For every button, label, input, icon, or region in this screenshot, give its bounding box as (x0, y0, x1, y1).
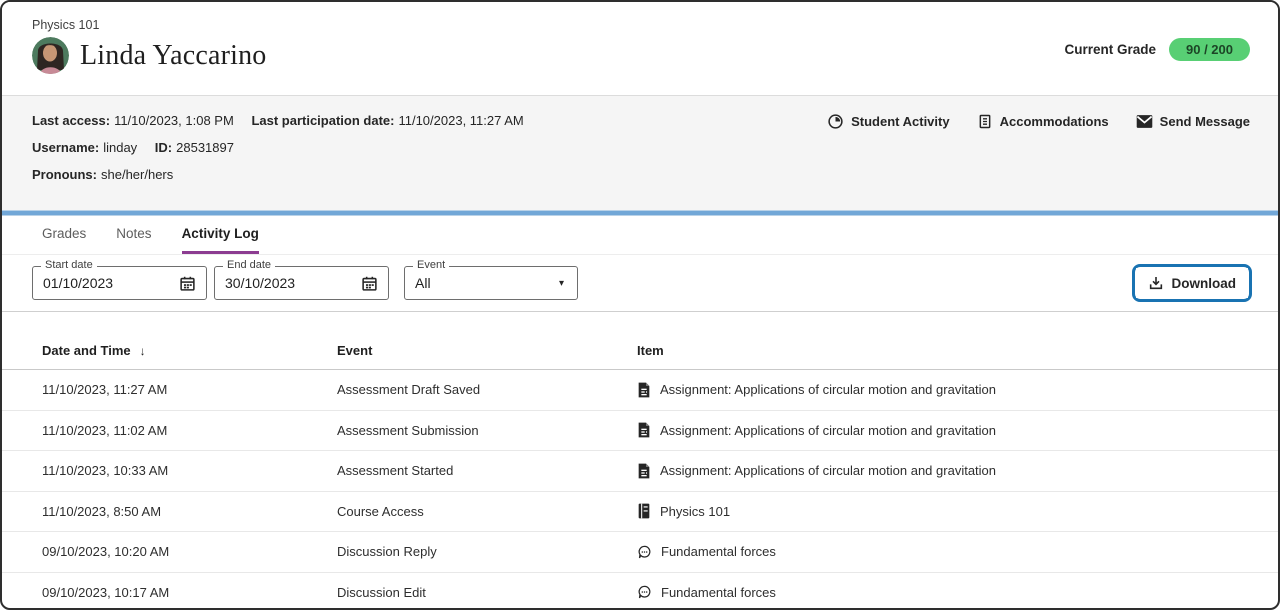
download-highlight-box: Download (1132, 264, 1253, 302)
row-datetime: 11/10/2023, 11:02 AM (42, 423, 337, 438)
sort-descending-icon[interactable]: ↓ (140, 344, 146, 358)
discussion-icon (637, 584, 652, 600)
download-icon (1148, 275, 1164, 291)
tab-activity-log[interactable]: Activity Log (182, 216, 259, 254)
student-id: ID:28531897 (155, 140, 234, 155)
send-message-label: Send Message (1160, 114, 1250, 129)
end-date-label: End date (223, 259, 275, 271)
event-value[interactable]: All (415, 275, 559, 291)
end-date-value[interactable]: 30/10/2023 (225, 275, 361, 291)
document-list-icon (977, 113, 993, 130)
start-date-field[interactable]: Start date 01/10/2023 (32, 266, 207, 300)
row-item[interactable]: Assignment: Applications of circular mot… (660, 423, 996, 438)
col-event: Event (337, 343, 372, 358)
row-datetime: 09/10/2023, 10:20 AM (42, 544, 337, 559)
avatar-photo (32, 37, 69, 74)
profile-actions: Student Activity Accommodations Send Mes… (827, 113, 1250, 130)
row-datetime: 11/10/2023, 10:33 AM (42, 463, 337, 478)
last-participation: Last participation date:11/10/2023, 11:2… (251, 113, 523, 128)
envelope-icon (1136, 114, 1153, 129)
assignment-icon (637, 463, 651, 479)
student-activity-button[interactable]: Student Activity (827, 113, 949, 130)
download-button[interactable]: Download (1136, 268, 1249, 298)
tab-grades[interactable]: Grades (42, 216, 86, 254)
start-date-value[interactable]: 01/10/2023 (43, 275, 179, 291)
current-grade-label: Current Grade (1064, 42, 1156, 57)
table-row: 11/10/2023, 8:50 AM Course Access Physic… (2, 492, 1278, 533)
table-header-row: Date and Time ↓ Event Item (2, 332, 1278, 370)
row-event: Assessment Started (337, 463, 637, 478)
student-name: Linda Yaccarino (80, 40, 267, 72)
table-row: 09/10/2023, 10:20 AM Discussion Reply Fu… (2, 532, 1278, 573)
row-event: Assessment Draft Saved (337, 382, 637, 397)
tab-notes[interactable]: Notes (116, 216, 151, 254)
caret-down-icon[interactable]: ▾ (559, 278, 564, 289)
row-item[interactable]: Assignment: Applications of circular mot… (660, 463, 996, 478)
row-event: Discussion Edit (337, 585, 637, 600)
send-message-button[interactable]: Send Message (1136, 113, 1250, 130)
last-access: Last access:11/10/2023, 1:08 PM (32, 113, 234, 128)
calendar-icon[interactable] (361, 275, 378, 292)
event-select[interactable]: Event All ▾ (404, 266, 578, 300)
table-row: 11/10/2023, 10:33 AM Assessment Started … (2, 451, 1278, 492)
row-item[interactable]: Fundamental forces (661, 544, 776, 559)
download-label: Download (1172, 276, 1237, 291)
table-row: 11/10/2023, 11:02 AM Assessment Submissi… (2, 411, 1278, 452)
student-activity-label: Student Activity (851, 114, 949, 129)
accommodations-label: Accommodations (1000, 114, 1109, 129)
row-item[interactable]: Fundamental forces (661, 585, 776, 600)
student-profile-window: Physics 101 Linda Yaccarino Current Grad… (0, 0, 1280, 610)
student-avatar (32, 37, 69, 74)
row-item[interactable]: Assignment: Applications of circular mot… (660, 382, 996, 397)
row-event: Assessment Submission (337, 423, 637, 438)
assignment-icon (637, 422, 651, 438)
row-event: Course Access (337, 504, 637, 519)
pronouns: Pronouns:she/her/hers (32, 167, 173, 182)
col-item: Item (637, 343, 664, 358)
start-date-label: Start date (41, 259, 97, 271)
activity-log-filters: Start date 01/10/2023 End date 30/10/202… (2, 254, 1278, 312)
assignment-icon (637, 382, 651, 398)
username: Username:linday (32, 140, 137, 155)
clock-icon (827, 113, 844, 130)
col-date-and-time: Date and Time (42, 343, 131, 358)
row-datetime: 11/10/2023, 11:27 AM (42, 382, 337, 397)
profile-tabs: Grades Notes Activity Log (2, 216, 1278, 254)
table-row: 09/10/2023, 10:17 AM Discussion Edit Fun… (2, 573, 1278, 610)
accommodations-button[interactable]: Accommodations (977, 113, 1109, 130)
event-label: Event (413, 259, 449, 271)
row-datetime: 11/10/2023, 8:50 AM (42, 504, 337, 519)
course-book-icon (637, 503, 651, 519)
activity-log-table: Date and Time ↓ Event Item 11/10/2023, 1… (2, 332, 1278, 610)
row-item[interactable]: Physics 101 (660, 504, 730, 519)
row-datetime: 09/10/2023, 10:17 AM (42, 585, 337, 600)
current-grade-badge[interactable]: 90 / 200 (1169, 38, 1250, 61)
profile-header: Physics 101 Linda Yaccarino Current Grad… (2, 2, 1278, 95)
row-event: Discussion Reply (337, 544, 637, 559)
course-name: Physics 101 (32, 18, 1250, 32)
student-info-bar: Last access:11/10/2023, 1:08 PM Last par… (2, 95, 1278, 210)
table-row: 11/10/2023, 11:27 AM Assessment Draft Sa… (2, 370, 1278, 411)
discussion-icon (637, 544, 652, 560)
end-date-field[interactable]: End date 30/10/2023 (214, 266, 389, 300)
calendar-icon[interactable] (179, 275, 196, 292)
